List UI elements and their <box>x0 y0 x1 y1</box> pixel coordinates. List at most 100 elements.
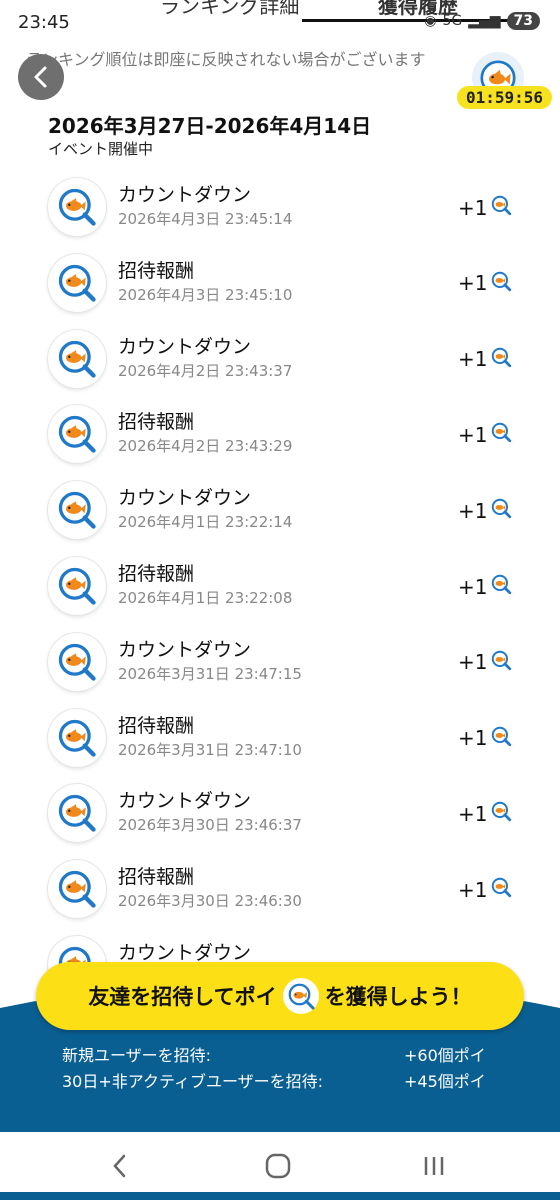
poi-small-icon <box>490 800 512 827</box>
item-title: カウントダウン <box>118 638 252 661</box>
item-points: +1 <box>458 421 512 448</box>
chevron-left-icon <box>113 1154 126 1178</box>
reward-value: +60個ポイ <box>404 1046 486 1065</box>
points-value: +1 <box>458 650 488 675</box>
item-timestamp: 2026年4月1日 23:22:08 <box>118 589 293 607</box>
item-title: 招待報酬 <box>118 866 195 889</box>
network-label: 5G <box>442 13 463 29</box>
battery-indicator: 73 <box>506 12 540 30</box>
arrow-left-icon <box>34 66 47 88</box>
poi-small-icon <box>490 497 512 524</box>
points-value: +1 <box>458 347 488 372</box>
back-button[interactable] <box>18 54 64 100</box>
goldfish-net-icon <box>48 784 106 843</box>
goldfish-net-icon <box>48 481 106 540</box>
item-timestamp: 2026年4月3日 23:45:10 <box>118 285 293 304</box>
history-item: 招待報酬 2026年3月31日 23:47:10 +1 <box>0 699 560 775</box>
item-timestamp: 2026年4月1日 23:22:14 <box>118 513 293 532</box>
invite-friends-button[interactable]: 友達を招待してポイ を獲得しよう！ <box>36 962 524 1030</box>
item-title: 招待報酬 <box>118 259 195 282</box>
item-points: +1 <box>458 876 512 903</box>
location-icon: ◉ <box>424 13 437 29</box>
signal-icon: ▂▄▆ <box>468 13 501 29</box>
points-value: +1 <box>458 726 488 751</box>
item-title: 招待報酬 <box>118 563 195 585</box>
history-item: 招待報酬 2026年4月1日 23:22:08 +1 <box>0 547 560 623</box>
points-value: +1 <box>458 195 488 220</box>
nav-recents-button[interactable] <box>414 1146 454 1186</box>
history-item: 招待報酬 2026年4月3日 23:45:10 +1 <box>0 244 560 320</box>
item-points: +1 <box>458 800 512 827</box>
points-value: +1 <box>458 271 488 296</box>
points-value: +1 <box>458 801 488 826</box>
poi-small-icon <box>490 421 512 448</box>
goldfish-net-icon <box>48 178 106 236</box>
event-status: イベント開催中 <box>48 140 154 158</box>
goldfish-net-icon <box>48 405 106 464</box>
points-value: +1 <box>458 877 488 902</box>
points-value: +1 <box>458 498 488 523</box>
poi-small-icon <box>490 270 512 297</box>
points-value: +1 <box>458 574 488 599</box>
system-nav-bar <box>0 1132 560 1200</box>
poi-small-icon <box>490 649 512 676</box>
status-icons: ◉ 5G ▂▄▆ 73 <box>424 12 540 30</box>
history-item: カウントダウン 2026年3月30日 23:46:37 +1 <box>0 774 560 850</box>
item-points: +1 <box>458 497 512 524</box>
status-bar: 23:45 ランキング詳細 獲得履歴 ◉ 5G ▂▄▆ 73 <box>0 0 560 40</box>
nav-bottom-strip <box>0 1192 560 1200</box>
item-timestamp: 2026年3月31日 23:47:10 <box>118 740 302 759</box>
countdown-timer: 01:59:56 <box>456 86 552 109</box>
history-item: 招待報酬 2026年4月2日 23:43:29 +1 <box>0 395 560 471</box>
goldfish-net-icon <box>282 978 319 1014</box>
item-points: +1 <box>458 346 512 373</box>
recents-icon <box>424 1157 444 1175</box>
nav-back-button[interactable] <box>100 1146 140 1186</box>
promo-text-before: 友達を招待してポイ <box>88 985 277 1009</box>
item-timestamp: 2026年3月31日 23:47:15 <box>118 664 302 683</box>
history-item: カウントダウン 2026年3月31日 23:47:15 +1 <box>0 623 560 699</box>
item-points: +1 <box>458 573 512 600</box>
goldfish-net-icon <box>48 557 106 615</box>
points-value: +1 <box>458 422 488 447</box>
item-timestamp: 2026年4月2日 23:43:37 <box>118 361 293 380</box>
reward-value: +45個ポイ <box>404 1072 486 1091</box>
item-timestamp: 2026年3月30日 23:46:30 <box>118 892 302 911</box>
nav-home-button[interactable] <box>258 1146 298 1186</box>
item-timestamp: 2026年3月30日 23:46:37 <box>118 816 302 835</box>
item-title: 招待報酬 <box>118 411 195 434</box>
item-points: +1 <box>458 194 512 221</box>
item-title: カウントダウン <box>118 790 252 813</box>
goldfish-net-icon <box>48 632 106 691</box>
history-item: カウントダウン 2026年4月3日 23:45:14 +1 <box>0 168 560 244</box>
poi-small-icon <box>490 725 512 752</box>
goldfish-net-icon <box>48 253 106 312</box>
goldfish-net-icon <box>48 708 106 767</box>
tab-ranking-details[interactable]: ランキング詳細 <box>160 0 299 19</box>
item-timestamp: 2026年4月2日 23:43:29 <box>118 437 293 456</box>
goldfish-net-icon <box>48 860 106 919</box>
item-points: +1 <box>458 649 512 676</box>
item-title: カウントダウン <box>118 335 252 358</box>
poi-small-icon <box>490 346 512 373</box>
event-period: 2026年3月27日-2026年4月14日 <box>48 114 372 138</box>
history-item: 招待報酬 2026年3月30日 23:46:30 +1 <box>0 850 560 926</box>
item-points: +1 <box>458 270 512 297</box>
reward-label: 新規ユーザーを招待: <box>62 1046 212 1065</box>
item-points: +1 <box>458 725 512 752</box>
item-timestamp: 2026年4月3日 23:45:14 <box>118 210 293 228</box>
poi-small-icon <box>490 876 512 903</box>
status-time: 23:45 <box>18 12 70 33</box>
history-item: カウントダウン 2026年4月1日 23:22:14 +1 <box>0 471 560 547</box>
goldfish-net-icon <box>48 329 106 388</box>
ranking-notice: ランキング順位は即座に反映されない場合がございます <box>26 50 426 69</box>
history-item: カウントダウン 2026年4月2日 23:43:37 +1 <box>0 320 560 396</box>
item-title: カウントダウン <box>118 487 252 510</box>
item-title: 招待報酬 <box>118 714 195 737</box>
item-title: カウントダウン <box>118 184 252 206</box>
poi-small-icon <box>490 194 512 221</box>
promo-text-after: を獲得しよう！ <box>324 985 472 1009</box>
home-circle-icon <box>265 1153 291 1179</box>
poi-small-icon <box>490 573 512 600</box>
reward-label: 30日+非アクティブユーザーを招待: <box>62 1072 324 1091</box>
